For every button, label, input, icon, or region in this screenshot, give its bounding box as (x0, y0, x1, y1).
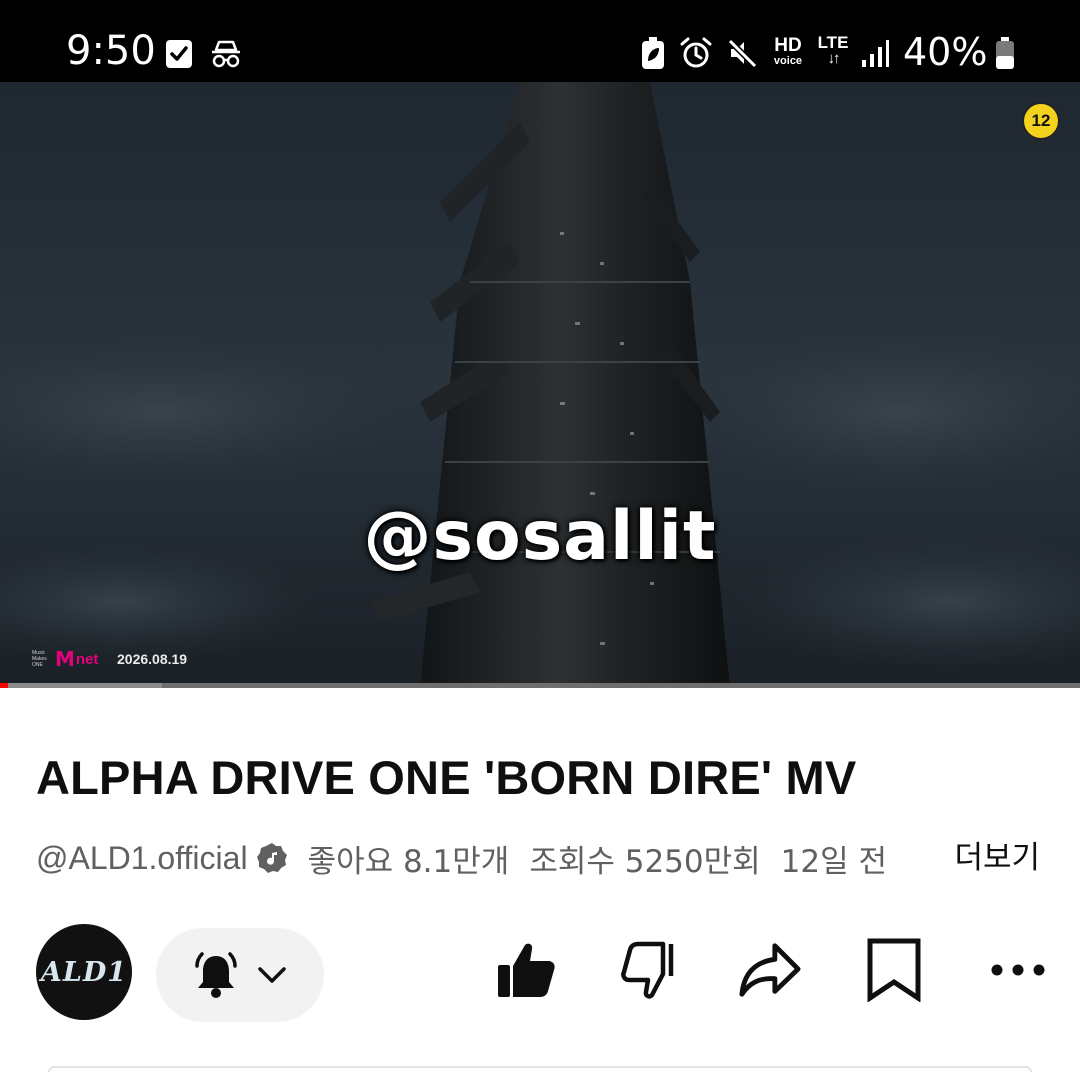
channel-handle[interactable]: @ALD1.official (36, 840, 248, 877)
broadcaster-logo-net: net (75, 650, 99, 668)
next-section-card-edge (48, 1066, 1032, 1072)
save-button[interactable] (862, 938, 926, 1002)
save-icon (867, 938, 921, 1002)
share-icon (739, 943, 801, 997)
like-icon (498, 943, 555, 997)
watermark-text: @sosallit (363, 497, 717, 576)
broadcaster-tagline: Music Makes ONE (32, 650, 47, 668)
video-title[interactable]: ALPHA DRIVE ONE 'BORN DIRE' MV (36, 750, 856, 805)
verified-artist-icon (256, 843, 287, 873)
bell-icon (195, 952, 237, 998)
signal-icon (862, 40, 889, 67)
channel-avatar-text: ALD1 (40, 956, 128, 988)
video-meta-row[interactable]: @ALD1.official 좋아요 8.1만개 조회수 5250만회 12일 … (36, 836, 1046, 880)
share-button[interactable] (738, 938, 802, 1002)
more-actions-button[interactable] (986, 938, 1050, 1002)
voice-label: voice (773, 55, 803, 67)
battery-percent: 40% (903, 30, 988, 74)
hd-voice-icon: HD voice (770, 36, 806, 67)
more-button[interactable]: 더보기 (950, 836, 1040, 880)
upload-age: 12일 전 (780, 843, 888, 880)
progress-played (0, 683, 8, 688)
chevron-down-icon (258, 967, 286, 983)
broadcaster-logo-m: M (55, 647, 75, 671)
more-icon (991, 964, 1045, 976)
dislike-icon (621, 941, 674, 999)
hd-label: HD (774, 35, 802, 56)
video-frame (0, 82, 1080, 688)
video-info-sheet: ALPHA DRIVE ONE 'BORN DIRE' MV @ALD1.off… (0, 688, 1080, 1072)
incognito-icon (212, 40, 240, 68)
subscription-notification-button[interactable] (156, 928, 324, 1022)
status-bar: 9:50 HD voice LTE ↓↑ 40% (0, 0, 1080, 82)
video-player[interactable]: 12 @sosallit Music Makes ONE M net 2026.… (0, 82, 1080, 688)
video-date-overlay: 2026.08.19 (117, 651, 188, 667)
checkbox-notification-icon (166, 40, 192, 68)
lte-icon: LTE ↓↑ (815, 34, 851, 67)
like-count: 좋아요 8.1만개 (307, 843, 510, 880)
data-arrows: ↓↑ (827, 50, 841, 67)
view-count: 조회수 5250만회 (529, 843, 761, 880)
channel-avatar[interactable]: ALD1 (36, 924, 132, 1020)
mute-icon (727, 38, 758, 69)
broadcaster-logo: Music Makes ONE M net (32, 647, 99, 671)
battery-saver-icon (642, 37, 664, 69)
alarm-icon (680, 37, 712, 68)
age-rating-badge: 12 (1022, 102, 1060, 140)
status-time: 9:50 (66, 28, 156, 74)
dislike-button[interactable] (618, 938, 682, 1002)
like-button[interactable] (494, 938, 558, 1002)
battery-icon (996, 37, 1014, 69)
